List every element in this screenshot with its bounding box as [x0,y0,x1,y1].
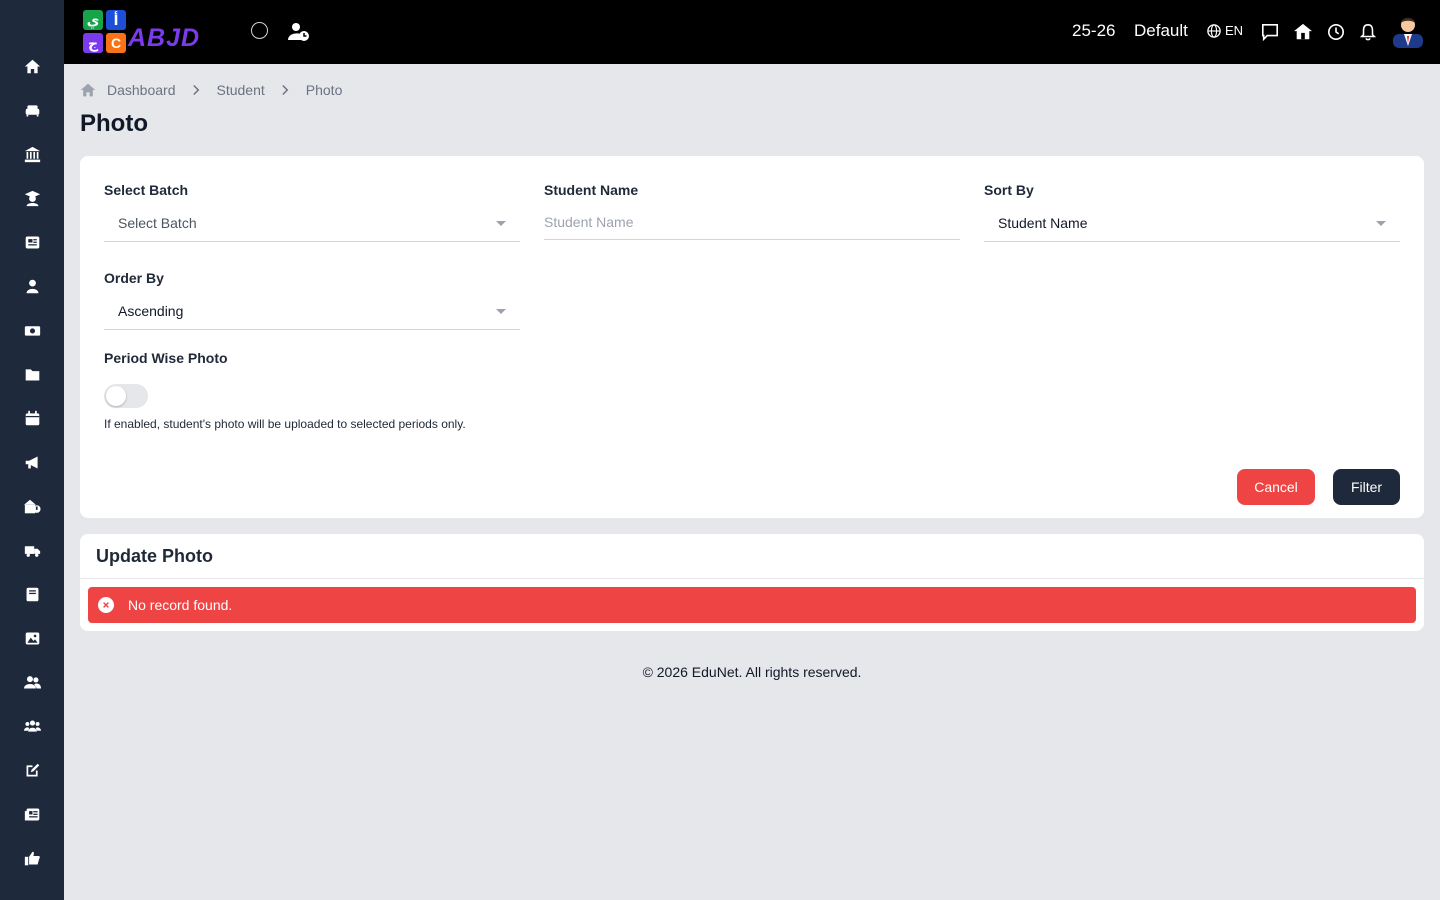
update-photo-card: Update Photo No record found. [80,534,1424,631]
users-icon[interactable] [22,672,42,692]
student-name-label: Student Name [544,182,639,198]
user-clock-icon[interactable] [288,22,310,42]
chevron-right-icon [281,84,290,96]
filter-button[interactable]: Filter [1333,469,1400,505]
image-icon[interactable] [22,628,42,648]
topbar: ي أ ج C ABJD 25-26 Default EN [64,0,1440,64]
calendar-icon[interactable] [22,408,42,428]
breadcrumb-home-icon[interactable] [80,82,96,98]
sidebar [0,0,64,900]
batch-select[interactable]: Select Batch [104,204,520,242]
money-icon[interactable] [22,320,42,340]
period-wise-toggle[interactable] [104,384,148,408]
caret-down-icon [1376,221,1386,226]
bell-icon[interactable] [1358,22,1378,42]
logo-tile-jeem: ج [83,33,103,53]
order-by-label: Order By [104,270,164,286]
chat-icon[interactable] [1260,22,1280,42]
home-icon[interactable] [22,56,42,76]
session-year[interactable]: 25-26 [1072,21,1115,41]
logo-tile-ya: ي [83,10,103,30]
school-home-icon[interactable] [1293,22,1313,42]
group-icon[interactable] [22,716,42,736]
bank-icon[interactable] [22,144,42,164]
sofa-icon[interactable] [22,100,42,120]
language-selector[interactable]: EN [1207,23,1243,38]
truck-icon[interactable] [22,540,42,560]
breadcrumb-photo: Photo [305,82,343,98]
news-icon[interactable] [22,804,42,824]
footer-copyright: © 2026 EduNet. All rights reserved. [642,664,862,680]
loading-circle-icon [251,22,268,39]
caret-down-icon [496,221,506,226]
chevron-right-icon [192,84,201,96]
sort-by-select[interactable]: Student Name [984,204,1400,242]
folder-icon[interactable] [22,364,42,384]
clock-icon[interactable] [1326,22,1346,42]
toggle-knob [106,386,126,406]
cancel-button[interactable]: Cancel [1237,469,1315,505]
globe-icon [1207,23,1221,38]
thumbs-up-icon[interactable] [22,848,42,868]
school-icon[interactable] [22,496,42,516]
error-x-icon [98,597,114,613]
logo-tile-c: C [106,33,126,53]
logo-tile-alif: أ [106,10,126,30]
sort-by-label: Sort By [984,182,1034,198]
period-wise-help: If enabled, student's photo will be uplo… [104,417,466,431]
order-by-select[interactable]: Ascending [104,292,520,330]
caret-down-icon [496,309,506,314]
graduate-icon[interactable] [22,188,42,208]
abjd-logo[interactable]: ي أ ج C ABJD [80,8,226,56]
no-record-alert: No record found. [88,587,1416,623]
period-wise-label: Period Wise Photo [104,350,228,366]
sort-by-select-value: Student Name [998,214,1088,231]
batch-label: Select Batch [104,182,189,198]
user-avatar[interactable] [1393,14,1423,48]
page-title: Photo [80,110,148,137]
book-icon[interactable] [22,584,42,604]
megaphone-icon[interactable] [22,452,42,472]
edit-icon[interactable] [22,760,42,780]
filter-card: Select Batch Select Batch Student Name S… [80,156,1424,518]
batch-select-value: Select Batch [118,214,197,231]
order-by-select-value: Ascending [118,302,184,319]
update-photo-title: Update Photo [96,546,213,566]
divider [80,578,1424,579]
newspaper-icon[interactable] [22,232,42,252]
alert-message: No record found. [128,597,233,613]
teacher-icon[interactable] [22,276,42,296]
breadcrumb: Dashboard Student Photo [80,81,342,99]
breadcrumb-dashboard[interactable]: Dashboard [107,82,176,98]
language-label: EN [1225,23,1244,38]
profile-name[interactable]: Default [1134,21,1188,41]
breadcrumb-student[interactable]: Student [217,82,265,98]
student-name-input[interactable] [544,204,960,240]
logo-text: ABJD [128,24,201,52]
